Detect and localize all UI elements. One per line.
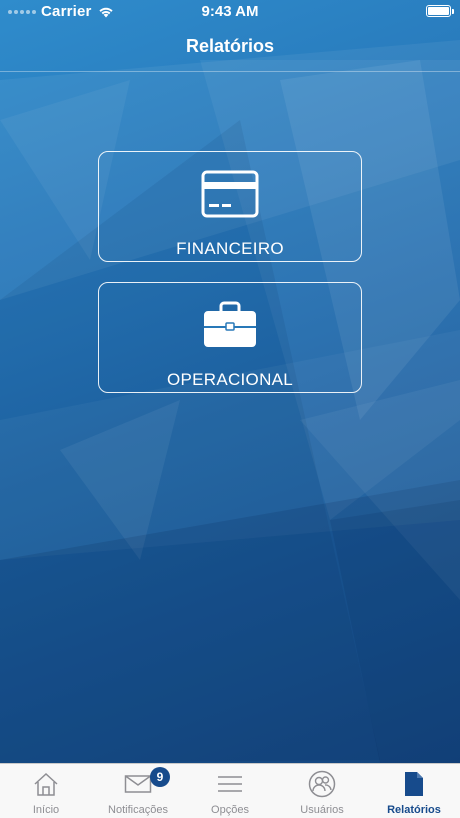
tab-usuarios[interactable]: Usuários [276, 764, 368, 818]
tab-label: Usuários [300, 804, 344, 816]
tab-opcoes[interactable]: Opções [184, 764, 276, 818]
users-icon [276, 770, 368, 798]
navigation-bar: Relatórios [0, 22, 460, 72]
status-time: 9:43 AM [201, 3, 259, 20]
status-bar: Carrier 9:43 AM [0, 0, 460, 22]
envelope-icon [92, 770, 184, 798]
operacional-label: OPERACIONAL [166, 370, 294, 389]
tab-notificacoes[interactable]: 9 Notificações [92, 764, 184, 818]
financeiro-label: FINANCEIRO [176, 239, 284, 258]
tab-label: Relatórios [387, 804, 441, 816]
credit-card-icon [99, 170, 361, 218]
tab-label: Notificações [108, 804, 168, 816]
operacional-report-button[interactable]: OPERACIONAL [98, 282, 362, 393]
tab-relatorios[interactable]: Relatórios [368, 764, 460, 818]
tab-label: Início [32, 804, 60, 816]
tab-inicio[interactable]: Início [0, 764, 92, 818]
page-title: Relatórios [185, 36, 275, 56]
home-icon [0, 770, 92, 798]
tab-label: Opções [211, 804, 249, 816]
financeiro-report-button[interactable]: FINANCEIRO [98, 151, 362, 262]
tab-bar: Início 9 Notificações Opções Usuários Re… [0, 763, 460, 818]
notification-badge: 9 [150, 767, 170, 787]
battery-icon [426, 5, 454, 17]
document-icon [368, 770, 460, 798]
menu-icon [184, 770, 276, 798]
briefcase-icon [99, 301, 361, 349]
